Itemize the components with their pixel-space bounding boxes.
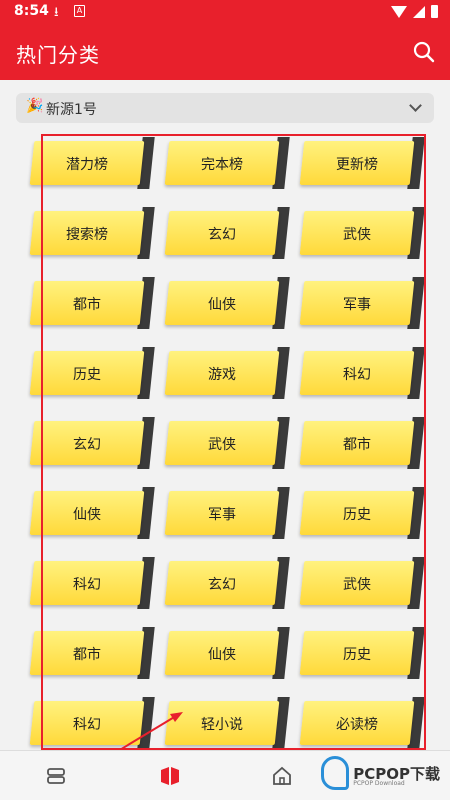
bookshelf-icon[interactable]: [44, 764, 68, 788]
category-label: 军事: [343, 297, 371, 313]
category-tile[interactable]: 历史: [299, 487, 425, 539]
party-popper-icon: 🎉: [26, 98, 44, 114]
status-time: 8:54: [14, 3, 49, 19]
category-label: 都市: [343, 437, 371, 453]
category-tile[interactable]: 科幻: [299, 347, 425, 399]
category-tile[interactable]: 游戏: [164, 347, 290, 399]
category-grid: 潜力榜 完本榜 更新榜 搜索榜 玄幻 武侠 都市 仙侠 军事 历史 游戏 科幻 玄幻 武侠 都市 仙侠 军事 历史…: [29, 137, 425, 749]
search-icon[interactable]: [410, 38, 438, 66]
category-label: 军事: [208, 507, 236, 523]
category-label: 仙侠: [208, 647, 236, 663]
category-label: 仙侠: [73, 507, 101, 523]
category-label: 必读榜: [336, 717, 378, 733]
category-label: 更新榜: [336, 157, 378, 173]
category-tile[interactable]: 必读榜: [299, 697, 425, 749]
watermark-sub: PCPOP Download: [353, 780, 405, 787]
source-selector[interactable]: 🎉 新源1号: [16, 93, 434, 123]
source-label: 新源1号: [46, 102, 97, 118]
download-icon: ⭳: [54, 5, 59, 20]
category-tile[interactable]: 军事: [299, 277, 425, 329]
category-label: 武侠: [343, 227, 371, 243]
category-tile[interactable]: 仙侠: [164, 627, 290, 679]
category-label: 武侠: [208, 437, 236, 453]
category-tile[interactable]: 玄幻: [164, 207, 290, 259]
category-tile[interactable]: 武侠: [299, 207, 425, 259]
bottom-nav: PCPOP下载 PCPOP Download: [0, 750, 450, 800]
category-tile[interactable]: 搜索榜: [29, 207, 155, 259]
category-label: 游戏: [208, 367, 236, 383]
app-bar: 热门分类: [0, 24, 450, 80]
category-label: 玄幻: [208, 227, 236, 243]
category-label: 都市: [73, 297, 101, 313]
category-tile[interactable]: 科幻: [29, 557, 155, 609]
battery-icon: [431, 5, 438, 18]
category-label: 科幻: [73, 717, 101, 733]
category-label: 完本榜: [201, 157, 243, 173]
category-tile[interactable]: 历史: [29, 347, 155, 399]
category-label: 玄幻: [208, 577, 236, 593]
category-tile[interactable]: 完本榜: [164, 137, 290, 189]
category-tile[interactable]: 仙侠: [164, 277, 290, 329]
status-bar: 8:54 ⭳ A: [0, 0, 450, 24]
category-label: 历史: [343, 507, 371, 523]
category-label: 搜索榜: [66, 227, 108, 243]
category-tile[interactable]: 仙侠: [29, 487, 155, 539]
category-tile[interactable]: 轻小说: [164, 697, 290, 749]
category-tile[interactable]: 玄幻: [164, 557, 290, 609]
category-label: 仙侠: [208, 297, 236, 313]
page-title: 热门分类: [16, 43, 100, 67]
category-tile[interactable]: 玄幻: [29, 417, 155, 469]
category-tile[interactable]: 都市: [29, 627, 155, 679]
category-tile[interactable]: 都市: [299, 417, 425, 469]
category-tile[interactable]: 潜力榜: [29, 137, 155, 189]
category-tile[interactable]: 武侠: [299, 557, 425, 609]
category-icon[interactable]: [158, 764, 182, 788]
category-label: 武侠: [343, 577, 371, 593]
category-label: 科幻: [73, 577, 101, 593]
category-tile[interactable]: 武侠: [164, 417, 290, 469]
category-label: 潜力榜: [66, 157, 108, 173]
status-indicators: [391, 5, 438, 18]
category-label: 历史: [343, 647, 371, 663]
category-tile[interactable]: 科幻: [29, 697, 155, 749]
category-label: 都市: [73, 647, 101, 663]
category-label: 科幻: [343, 367, 371, 383]
category-tile[interactable]: 历史: [299, 627, 425, 679]
category-label: 轻小说: [201, 717, 243, 733]
category-tile[interactable]: 都市: [29, 277, 155, 329]
category-tile[interactable]: 更新榜: [299, 137, 425, 189]
wifi-icon: [391, 5, 407, 18]
chevron-down-icon: [409, 99, 422, 112]
app-notification-icon: A: [74, 5, 85, 17]
home-icon[interactable]: [270, 764, 294, 788]
category-label: 玄幻: [73, 437, 101, 453]
category-tile[interactable]: 军事: [164, 487, 290, 539]
category-label: 历史: [73, 367, 101, 383]
watermark: PCPOP下载 PCPOP Download: [321, 756, 440, 790]
signal-icon: [413, 5, 425, 18]
watermark-logo: [321, 756, 350, 790]
